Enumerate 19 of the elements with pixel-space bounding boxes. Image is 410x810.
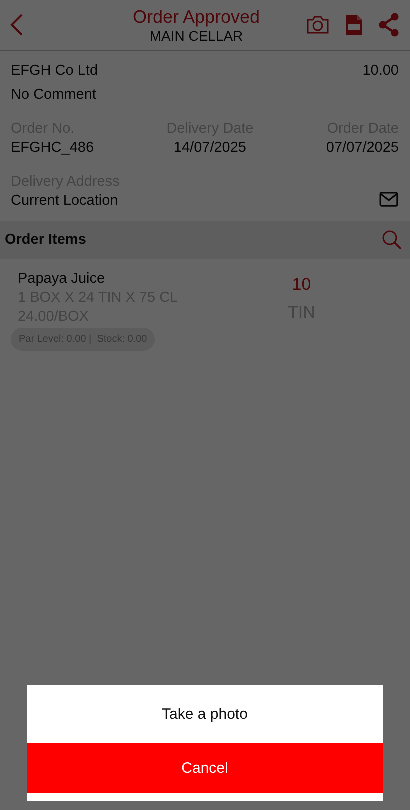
section-title: Order Items bbox=[5, 232, 86, 248]
field-value: 07/07/2025 bbox=[326, 140, 399, 156]
field-value: EFGHC_486 bbox=[11, 140, 94, 156]
back-icon[interactable] bbox=[10, 13, 24, 37]
order-total: 10.00 bbox=[362, 63, 399, 79]
envelope-icon[interactable] bbox=[379, 192, 399, 207]
order-comment: No Comment bbox=[11, 87, 98, 103]
pdf-file-icon[interactable] bbox=[345, 14, 363, 36]
search-icon[interactable] bbox=[382, 230, 402, 250]
field-value: 14/07/2025 bbox=[174, 140, 246, 156]
item-quantity: 10 bbox=[292, 275, 312, 295]
page-title: Order Approved bbox=[132, 6, 260, 28]
page-subtitle: MAIN CELLAR bbox=[150, 28, 244, 44]
cancel-button[interactable]: Cancel bbox=[27, 743, 383, 793]
field-value: Current Location bbox=[11, 193, 120, 209]
camera-icon[interactable] bbox=[306, 15, 330, 35]
share-icon[interactable] bbox=[378, 13, 400, 37]
item-name: Papaya Juice bbox=[18, 271, 106, 287]
supplier-name: EFGH Co Ltd bbox=[11, 63, 98, 79]
